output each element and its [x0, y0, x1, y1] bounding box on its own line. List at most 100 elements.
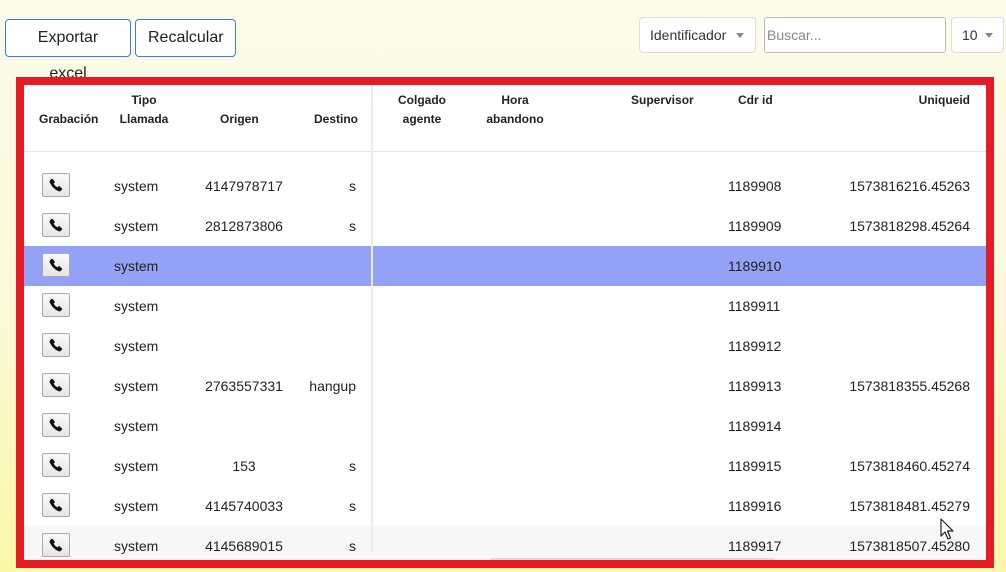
cell-tipo: system: [114, 258, 159, 274]
cell-cdr-id: 1189914: [728, 418, 782, 434]
cell-uniqueid: 1573818460.45274: [849, 458, 970, 474]
caret-down-icon: [736, 33, 744, 38]
cell-uniqueid: [824, 246, 970, 286]
table-row[interactable]: system 2812873806 s 1189909 1573818298.45264: [24, 206, 986, 246]
cell-origen: 153: [232, 458, 256, 474]
cell-origen: 4145740033: [205, 498, 283, 514]
horizontal-scrollbar[interactable]: [490, 558, 775, 560]
header-hora-line2: abandono: [486, 112, 544, 126]
header-colgado-line1: Colgado: [398, 93, 446, 107]
header-tipo-line2: Llamada: [119, 112, 169, 126]
play-recording-button[interactable]: [42, 173, 70, 197]
play-recording-button[interactable]: [42, 413, 70, 437]
filter-field-value: Identificador: [650, 27, 727, 43]
header-tipo-llamada[interactable]: Tipo Llamada: [114, 91, 174, 129]
header-colgado-agente[interactable]: Colgado agente: [392, 91, 452, 129]
cell-destino: s: [349, 458, 356, 474]
cell-uniqueid: [824, 286, 970, 326]
cell-origen: [192, 286, 296, 326]
play-recording-button[interactable]: [42, 253, 70, 277]
cell-tipo: system: [114, 218, 159, 234]
calls-table-frame: Grabación Tipo Llamada Origen Destino Co…: [16, 77, 994, 568]
table-row[interactable]: system 4145689015 s 1189917 1573818507.45280: [24, 526, 986, 560]
table-row[interactable]: system 4147978717 s 1189908 1573816216.45263: [24, 166, 986, 206]
cell-destino: [294, 286, 356, 326]
cell-cdr-id: 1189916: [728, 498, 782, 514]
phone-icon: [49, 498, 63, 512]
table-row[interactable]: system 1189911: [24, 286, 986, 326]
header-origen[interactable]: Origen: [220, 110, 259, 129]
cell-tipo: system: [114, 298, 159, 314]
page-size-value: 10: [962, 27, 978, 43]
cell-tipo: system: [114, 418, 159, 434]
cell-origen: 2812873806: [205, 218, 283, 234]
page-size-select[interactable]: 10: [951, 17, 1004, 53]
cell-origen: 2763557331: [205, 378, 283, 394]
play-recording-button[interactable]: [42, 453, 70, 477]
header-supervisor[interactable]: Supervisor: [631, 91, 694, 110]
header-uniqueid[interactable]: Uniqueid: [904, 91, 970, 110]
phone-icon: [49, 418, 63, 432]
phone-icon: [49, 538, 63, 552]
cell-tipo: system: [114, 378, 159, 394]
cell-origen: [192, 326, 296, 366]
recalculate-button[interactable]: Recalcular: [135, 19, 236, 57]
header-colgado-line2: agente: [402, 112, 442, 126]
cell-origen: [192, 406, 296, 446]
cell-destino: [294, 326, 356, 366]
phone-icon: [49, 338, 63, 352]
cell-uniqueid: 1573818355.45268: [849, 378, 970, 394]
table-row[interactable]: system 1189914: [24, 406, 986, 446]
play-recording-button[interactable]: [42, 373, 70, 397]
play-recording-button[interactable]: [42, 533, 70, 557]
cell-origen: [192, 246, 296, 286]
caret-down-icon: [985, 33, 993, 38]
cell-cdr-id: 1189913: [728, 378, 782, 394]
header-destino[interactable]: Destino: [314, 110, 358, 129]
cell-cdr-id: 1189915: [728, 458, 782, 474]
header-grabacion[interactable]: Grabación: [39, 110, 98, 129]
table-row[interactable]: system 1189910: [24, 246, 986, 286]
cell-destino: hangup: [309, 378, 356, 394]
play-recording-button[interactable]: [42, 213, 70, 237]
table-row[interactable]: system 1189912: [24, 326, 986, 366]
cell-destino: s: [349, 178, 356, 194]
filter-field-select[interactable]: Identificador: [639, 17, 756, 53]
mouse-cursor-icon: [940, 518, 954, 540]
cell-destino: s: [349, 498, 356, 514]
header-cdr-id[interactable]: Cdr id: [738, 91, 773, 110]
phone-icon: [49, 258, 63, 272]
play-recording-button[interactable]: [42, 493, 70, 517]
cell-tipo: system: [114, 538, 159, 554]
cell-uniqueid: [824, 326, 970, 366]
play-recording-button[interactable]: [42, 293, 70, 317]
phone-icon: [49, 298, 63, 312]
header-hora-line1: Hora: [501, 93, 529, 107]
header-hora-abandono[interactable]: Hora abandono: [484, 91, 546, 129]
cell-cdr-id: 1189911: [728, 298, 781, 314]
cell-tipo: system: [114, 458, 159, 474]
cell-cdr-id: 1189917: [728, 538, 782, 554]
table-row[interactable]: system 4145740033 s 1189916 1573818481.45279: [24, 486, 986, 526]
cell-tipo: system: [114, 498, 159, 514]
cell-uniqueid: 1573818298.45264: [849, 218, 970, 234]
phone-icon: [49, 178, 63, 192]
table-row[interactable]: system 153 s 1189915 1573818460.45274: [24, 446, 986, 486]
header-divider: [24, 151, 986, 152]
cell-cdr-id: 1189910: [728, 258, 782, 274]
phone-icon: [49, 378, 63, 392]
cell-uniqueid: [824, 406, 970, 446]
cell-tipo: system: [114, 338, 159, 354]
column-divider: [371, 85, 373, 551]
phone-icon: [49, 458, 63, 472]
export-excel-button[interactable]: Exportar excel: [5, 19, 131, 82]
header-tipo-line1: Tipo: [131, 93, 157, 107]
table-row[interactable]: system 2763557331 hangup 1189913 1573818355.…: [24, 366, 986, 406]
cell-tipo: system: [114, 178, 159, 194]
cell-cdr-id: 1189912: [728, 338, 782, 354]
cell-destino: [294, 406, 356, 446]
cell-destino: s: [349, 218, 356, 234]
play-recording-button[interactable]: [42, 333, 70, 357]
search-input[interactable]: [764, 17, 946, 53]
cell-cdr-id: 1189908: [728, 178, 782, 194]
